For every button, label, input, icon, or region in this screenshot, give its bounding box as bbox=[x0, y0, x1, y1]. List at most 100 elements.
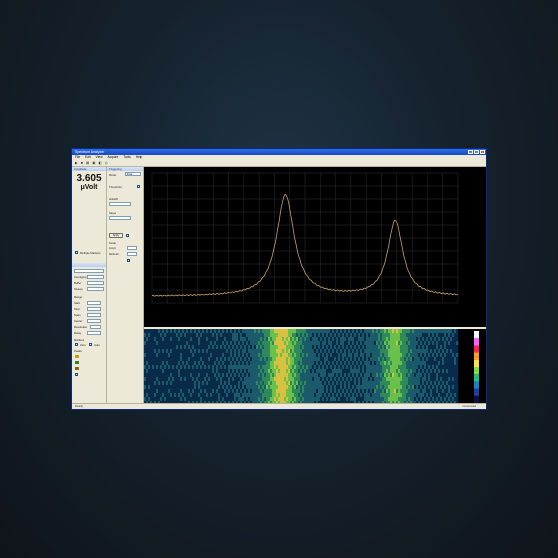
span-field[interactable] bbox=[87, 313, 101, 317]
spectrogram-cell bbox=[186, 381, 189, 386]
auto-checkbox[interactable] bbox=[89, 343, 92, 346]
spectrogram-cell bbox=[454, 385, 457, 390]
spectrogram-cell bbox=[312, 361, 315, 366]
apply-checkbox[interactable] bbox=[126, 234, 129, 237]
spectrogram-cell bbox=[234, 369, 237, 374]
print-icon[interactable]: ◧ bbox=[98, 161, 101, 165]
settings-field-1[interactable] bbox=[74, 269, 104, 273]
spectrogram-cell bbox=[338, 341, 341, 346]
spectrogram-cell bbox=[152, 385, 155, 390]
spectrogram-cell bbox=[386, 345, 389, 350]
spectrogram-cell bbox=[414, 345, 417, 350]
spectrogram-cell bbox=[302, 329, 305, 334]
ampl-field[interactable] bbox=[127, 246, 137, 250]
spectrogram-cell bbox=[296, 369, 299, 374]
spectrogram-cell bbox=[150, 393, 153, 398]
spectrogram-cell bbox=[262, 385, 265, 390]
delay-field[interactable] bbox=[87, 331, 101, 335]
resolution-field[interactable] bbox=[90, 325, 101, 329]
slope-field[interactable] bbox=[109, 216, 131, 220]
spectrogram-cell bbox=[274, 369, 277, 374]
spectrogram-cell bbox=[370, 365, 373, 370]
spectrum-plot[interactable] bbox=[144, 167, 486, 327]
spectrogram-cell bbox=[292, 373, 295, 378]
close-button[interactable]: × bbox=[480, 150, 485, 154]
stop-icon[interactable]: ■ bbox=[81, 161, 83, 165]
peak-color-swatch-2[interactable] bbox=[75, 361, 79, 364]
spectrogram-cell bbox=[340, 389, 343, 394]
spectrogram-cell bbox=[332, 377, 335, 382]
spectrogram-cell bbox=[360, 329, 363, 334]
spectrogram-cell bbox=[348, 369, 351, 374]
spectrogram-cell bbox=[304, 345, 307, 350]
spectrogram[interactable] bbox=[144, 329, 486, 406]
spectrogram-cell bbox=[438, 353, 441, 358]
spectrogram-cell bbox=[382, 333, 385, 338]
spectrogram-cell bbox=[428, 345, 431, 350]
spectrogram-cell bbox=[420, 349, 423, 354]
spectrogram-cell bbox=[332, 333, 335, 338]
peak-color-swatch-3[interactable] bbox=[75, 367, 79, 370]
spectrogram-cell bbox=[276, 381, 279, 386]
spectrogram-cell bbox=[422, 337, 425, 342]
spectrogram-cell bbox=[260, 385, 263, 390]
spectrogram-cell bbox=[438, 337, 441, 342]
spectrogram-cell bbox=[374, 373, 377, 378]
spectrogram-cell bbox=[258, 365, 261, 370]
spectrogram-cell bbox=[194, 361, 197, 366]
spectrogram-cell bbox=[376, 361, 379, 366]
threshold-checkbox[interactable] bbox=[137, 185, 140, 188]
center-field[interactable] bbox=[87, 319, 101, 323]
refresh-checkbox[interactable] bbox=[127, 259, 130, 262]
spectrogram-cell bbox=[328, 389, 331, 394]
minimize-button[interactable]: – bbox=[468, 150, 473, 154]
open-icon[interactable]: ▤ bbox=[86, 161, 89, 165]
spectrogram-cell bbox=[450, 365, 453, 370]
spectrogram-cell bbox=[198, 345, 201, 350]
spectrogram-cell bbox=[234, 357, 237, 362]
start-field[interactable] bbox=[87, 301, 101, 305]
multiple-markers-checkbox[interactable] bbox=[75, 251, 78, 254]
spectrogram-cell bbox=[366, 377, 369, 382]
spectrogram-cell bbox=[414, 357, 417, 362]
averaging-field[interactable] bbox=[87, 275, 104, 279]
readout-value: 3.605 bbox=[76, 173, 102, 184]
spectrogram-cell bbox=[250, 349, 253, 354]
buffer-field[interactable] bbox=[87, 281, 104, 285]
holdoff-field[interactable] bbox=[109, 202, 131, 206]
spectrogram-cell bbox=[198, 341, 201, 346]
peak-checkbox[interactable] bbox=[75, 373, 78, 376]
spectrogram-cell bbox=[262, 349, 265, 354]
apply-button[interactable]: Apply bbox=[109, 233, 123, 238]
stop-field[interactable] bbox=[87, 307, 101, 311]
spectrogram-cell bbox=[180, 365, 183, 370]
save-icon[interactable]: ▣ bbox=[92, 161, 95, 165]
refresh-field[interactable] bbox=[127, 252, 137, 256]
zero-checkbox[interactable] bbox=[75, 343, 78, 346]
sweep-field[interactable] bbox=[87, 287, 104, 291]
peak-color-swatch-1[interactable] bbox=[75, 355, 79, 358]
run-icon[interactable]: ▶ bbox=[75, 161, 78, 165]
spectrogram-cell bbox=[416, 377, 419, 382]
spectrogram-cell bbox=[346, 393, 349, 398]
spectrogram-cell bbox=[316, 345, 319, 350]
spectrogram-cell bbox=[218, 389, 221, 394]
spectrogram-cell bbox=[180, 333, 183, 338]
spectrogram-cell bbox=[240, 333, 243, 338]
spectrogram-cell bbox=[362, 369, 365, 374]
spectrogram-cell bbox=[186, 349, 189, 354]
spectrogram-cell bbox=[220, 341, 223, 346]
spectrogram-cell bbox=[398, 357, 401, 362]
spectrogram-cell bbox=[184, 337, 187, 342]
zoom-icon[interactable]: ◎ bbox=[105, 161, 108, 165]
spectrogram-cell bbox=[406, 385, 409, 390]
spectrogram-cell bbox=[182, 329, 185, 334]
mode-select[interactable]: Free bbox=[125, 172, 141, 176]
spectrogram-cell bbox=[368, 329, 371, 334]
spectrogram-cell bbox=[192, 337, 195, 342]
maximize-button[interactable]: □ bbox=[474, 150, 479, 154]
spectrogram-cell bbox=[382, 381, 385, 386]
spectrogram-cell bbox=[358, 377, 361, 382]
spectrogram-cell bbox=[338, 369, 341, 374]
spectrogram-cell bbox=[388, 353, 391, 358]
